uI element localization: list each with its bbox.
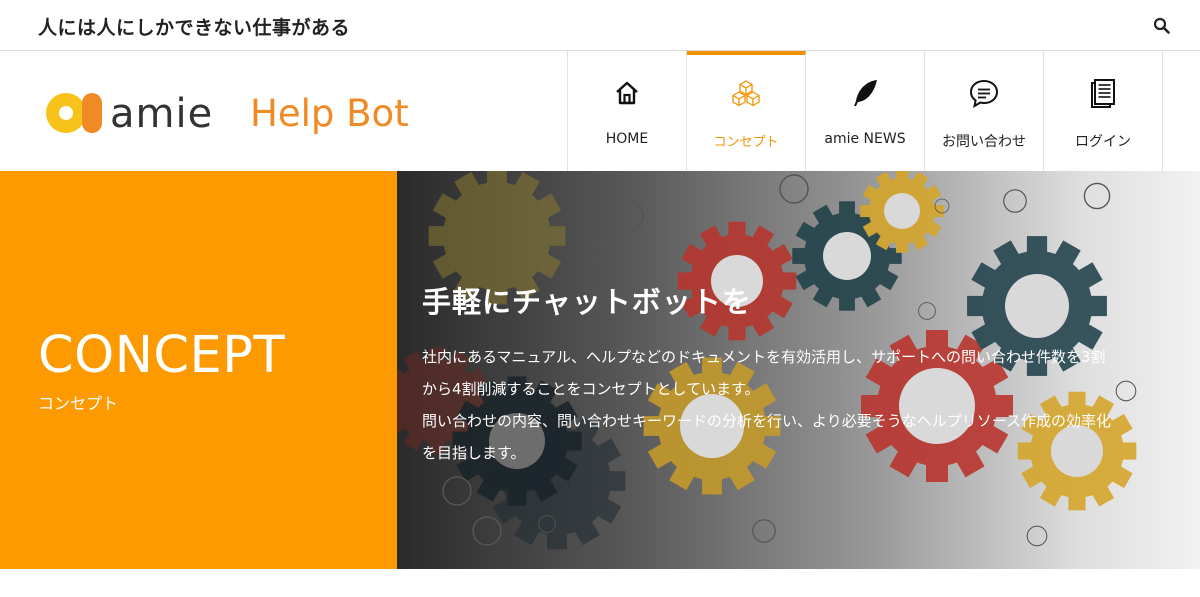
nav-item-news[interactable]: amie NEWS	[806, 51, 925, 171]
nav-item-concept[interactable]: コンセプト	[687, 51, 806, 171]
page-title: CONCEPT	[38, 326, 286, 385]
nav-item-contact[interactable]: お問い合わせ	[925, 51, 1044, 171]
hero-text-line: から4割削減することをコンセプトとしています。	[422, 380, 760, 398]
nav-item-label: ログイン	[1075, 134, 1131, 150]
search-icon[interactable]	[1152, 16, 1172, 36]
logo-product-text: Help Bot	[250, 92, 409, 135]
site-header: amie Help Bot HOME コンセプト amie NEWS お問い合わ…	[0, 51, 1200, 171]
nav-item-label: amie NEWS	[824, 131, 906, 147]
cubes-icon	[730, 79, 762, 111]
feather-icon	[849, 77, 881, 109]
nav-item-label: コンセプト	[713, 135, 779, 150]
hero-heading: 手軽にチャットボットを	[422, 285, 752, 319]
nav-item-login[interactable]: ログイン	[1044, 51, 1163, 171]
hero-text-line: 社内にあるマニュアル、ヘルプなどのドキュメントを有効活用し、サポートへの問い合わ…	[422, 348, 1106, 366]
nav-item-home[interactable]: HOME	[568, 51, 687, 171]
hero-description: 社内にあるマニュアル、ヘルプなどのドキュメントを有効活用し、サポートへの問い合わ…	[422, 341, 1162, 469]
hero-content: 手軽にチャットボットを 社内にあるマニュアル、ヘルプなどのドキュメントを有効活用…	[422, 279, 1162, 469]
site-logo[interactable]: amie Help Bot	[44, 85, 444, 143]
site-tagline: 人には人にしかできない仕事がある	[38, 17, 351, 39]
hero-text-line: を目指します。	[422, 444, 526, 462]
hero-title-panel: CONCEPT コンセプト	[0, 171, 397, 569]
concept-hero: CONCEPT コンセプト 手軽にチャットボットを 社内にあるマニュアル、ヘルプ…	[0, 171, 1200, 569]
nav-item-label: HOME	[605, 131, 649, 147]
top-bar: 人には人にしかできない仕事がある	[0, 0, 1200, 51]
page-subtitle: コンセプト	[38, 394, 119, 413]
chat-bubble-icon	[968, 77, 1000, 109]
nav-item-label: お問い合わせ	[942, 134, 1026, 150]
hero-text-line: 問い合わせの内容、問い合わせキーワードの分析を行い、より必要そうなヘルプリソース…	[422, 412, 1111, 430]
document-icon	[1087, 77, 1119, 109]
main-nav: HOME コンセプト amie NEWS お問い合わせ ログイン	[567, 51, 1163, 171]
hero-image-panel: 手軽にチャットボットを 社内にあるマニュアル、ヘルプなどのドキュメントを有効活用…	[397, 171, 1200, 569]
logo-mark-icon	[46, 93, 102, 133]
logo-brand-text: amie	[110, 91, 214, 137]
home-icon	[611, 77, 643, 109]
page-content-start	[0, 569, 1200, 597]
